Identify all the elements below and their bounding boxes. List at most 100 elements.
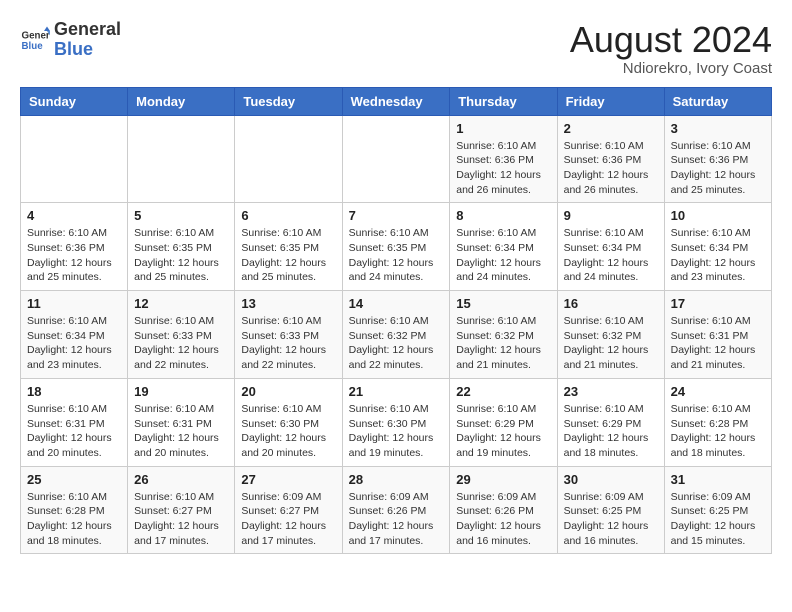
logo: General Blue General Blue	[20, 20, 121, 60]
day-number: 7	[349, 208, 444, 223]
calendar-cell: 8Sunrise: 6:10 AMSunset: 6:34 PMDaylight…	[450, 203, 557, 291]
calendar-cell: 25 Sunrise: 6:10 AMSunset: 6:28 PMDayligh…	[21, 466, 128, 554]
weekday-header: Monday	[128, 87, 235, 115]
day-number: 2	[564, 121, 658, 136]
day-info: Sunrise: 6:10 AMSunset: 6:35 PMDaylight:…	[241, 226, 335, 285]
day-number: 15	[456, 296, 550, 311]
calendar-cell: 15Sunrise: 6:10 AMSunset: 6:32 PMDayligh…	[450, 291, 557, 379]
day-info: Sunrise: 6:10 AMSunset: 6:34 PMDaylight:…	[27, 314, 121, 373]
calendar-cell: 18 Sunrise: 6:10 AMSunset: 6:31 PMDayligh…	[21, 378, 128, 466]
day-number: 3	[671, 121, 765, 136]
logo-line2: Blue	[54, 40, 121, 60]
calendar-cell: 22Sunrise: 6:10 AMSunset: 6:29 PMDayligh…	[450, 378, 557, 466]
svg-text:Blue: Blue	[22, 41, 44, 52]
day-info: Sunrise: 6:10 AMSunset: 6:36 PMDaylight:…	[27, 226, 121, 285]
day-number: 8	[456, 208, 550, 223]
calendar-cell: 14Sunrise: 6:10 AMSunset: 6:32 PMDayligh…	[342, 291, 450, 379]
calendar-cell: 30 Sunrise: 6:09 AMSunset: 6:25 PMDayligh…	[557, 466, 664, 554]
calendar-cell: 27Sunrise: 6:09 AMSunset: 6:27 PMDayligh…	[235, 466, 342, 554]
day-number: 20	[241, 384, 335, 399]
day-info: Sunrise: 6:10 AMSunset: 6:32 PMDaylight:…	[349, 314, 444, 373]
day-number: 16	[564, 296, 658, 311]
calendar-cell: 26 Sunrise: 6:10 AMSunset: 6:27 PMDayligh…	[128, 466, 235, 554]
day-number: 4	[27, 208, 121, 223]
day-info: Sunrise: 6:10 AMSunset: 6:36 PMDaylight:…	[671, 139, 765, 198]
svg-text:General: General	[22, 30, 51, 41]
calendar-cell: 28Sunrise: 6:09 AMSunset: 6:26 PMDayligh…	[342, 466, 450, 554]
calendar-cell: 13 Sunrise: 6:10 AMSunset: 6:33 PMDayligh…	[235, 291, 342, 379]
calendar-cell	[342, 115, 450, 203]
calendar-cell: 7Sunrise: 6:10 AMSunset: 6:35 PMDaylight…	[342, 203, 450, 291]
weekday-header: Friday	[557, 87, 664, 115]
logo-icon: General Blue	[20, 25, 50, 55]
day-info: Sunrise: 6:10 AMSunset: 6:33 PMDaylight:…	[241, 314, 335, 373]
day-number: 19	[134, 384, 228, 399]
day-info: Sunrise: 6:10 AMSunset: 6:36 PMDaylight:…	[456, 139, 550, 198]
day-number: 5	[134, 208, 228, 223]
day-number: 11	[27, 296, 121, 311]
day-info: Sunrise: 6:09 AMSunset: 6:27 PMDaylight:…	[241, 490, 335, 549]
calendar-cell: 2 Sunrise: 6:10 AMSunset: 6:36 PMDaylight…	[557, 115, 664, 203]
day-number: 18	[27, 384, 121, 399]
day-number: 26	[134, 472, 228, 487]
weekday-header: Saturday	[664, 87, 771, 115]
day-info: Sunrise: 6:09 AMSunset: 6:26 PMDaylight:…	[349, 490, 444, 549]
calendar-cell: 1 Sunrise: 6:10 AMSunset: 6:36 PMDaylight…	[450, 115, 557, 203]
day-number: 30	[564, 472, 658, 487]
day-info: Sunrise: 6:10 AMSunset: 6:35 PMDaylight:…	[134, 226, 228, 285]
title-section: August 2024 Ndiorekro, Ivory Coast	[570, 20, 772, 77]
calendar-cell: 16 Sunrise: 6:10 AMSunset: 6:32 PMDayligh…	[557, 291, 664, 379]
calendar-cell: 3 Sunrise: 6:10 AMSunset: 6:36 PMDaylight…	[664, 115, 771, 203]
calendar-cell: 31 Sunrise: 6:09 AMSunset: 6:25 PMDayligh…	[664, 466, 771, 554]
day-info: Sunrise: 6:10 AMSunset: 6:30 PMDaylight:…	[349, 402, 444, 461]
day-number: 12	[134, 296, 228, 311]
calendar-cell: 9 Sunrise: 6:10 AMSunset: 6:34 PMDaylight…	[557, 203, 664, 291]
calendar-cell: 6 Sunrise: 6:10 AMSunset: 6:35 PMDaylight…	[235, 203, 342, 291]
day-number: 13	[241, 296, 335, 311]
calendar-cell: 20 Sunrise: 6:10 AMSunset: 6:30 PMDayligh…	[235, 378, 342, 466]
calendar-cell: 29 Sunrise: 6:09 AMSunset: 6:26 PMDayligh…	[450, 466, 557, 554]
month-year: August 2024	[570, 20, 772, 60]
day-info: Sunrise: 6:10 AMSunset: 6:34 PMDaylight:…	[671, 226, 765, 285]
day-info: Sunrise: 6:09 AMSunset: 6:25 PMDaylight:…	[671, 490, 765, 549]
day-number: 9	[564, 208, 658, 223]
day-info: Sunrise: 6:10 AMSunset: 6:32 PMDaylight:…	[564, 314, 658, 373]
weekday-header: Tuesday	[235, 87, 342, 115]
calendar-header: SundayMondayTuesdayWednesdayThursdayFrid…	[21, 87, 772, 115]
location: Ndiorekro, Ivory Coast	[570, 60, 772, 77]
calendar-cell: 10 Sunrise: 6:10 AMSunset: 6:34 PMDayligh…	[664, 203, 771, 291]
weekday-header: Sunday	[21, 87, 128, 115]
day-info: Sunrise: 6:10 AMSunset: 6:34 PMDaylight:…	[564, 226, 658, 285]
header: General Blue General Blue August 2024 Nd…	[20, 20, 772, 77]
day-info: Sunrise: 6:10 AMSunset: 6:30 PMDaylight:…	[241, 402, 335, 461]
day-info: Sunrise: 6:10 AMSunset: 6:33 PMDaylight:…	[134, 314, 228, 373]
day-info: Sunrise: 6:10 AMSunset: 6:36 PMDaylight:…	[564, 139, 658, 198]
calendar-cell	[235, 115, 342, 203]
day-number: 1	[456, 121, 550, 136]
calendar: SundayMondayTuesdayWednesdayThursdayFrid…	[20, 87, 772, 555]
day-number: 23	[564, 384, 658, 399]
calendar-cell: 17Sunrise: 6:10 AMSunset: 6:31 PMDayligh…	[664, 291, 771, 379]
calendar-cell: 11 Sunrise: 6:10 AMSunset: 6:34 PMDayligh…	[21, 291, 128, 379]
calendar-cell: 23 Sunrise: 6:10 AMSunset: 6:29 PMDayligh…	[557, 378, 664, 466]
day-info: Sunrise: 6:09 AMSunset: 6:25 PMDaylight:…	[564, 490, 658, 549]
weekday-header: Wednesday	[342, 87, 450, 115]
logo-line1: General	[54, 20, 121, 40]
calendar-cell: 24Sunrise: 6:10 AMSunset: 6:28 PMDayligh…	[664, 378, 771, 466]
day-info: Sunrise: 6:10 AMSunset: 6:29 PMDaylight:…	[564, 402, 658, 461]
day-info: Sunrise: 6:10 AMSunset: 6:28 PMDaylight:…	[27, 490, 121, 549]
day-number: 6	[241, 208, 335, 223]
calendar-cell: 12 Sunrise: 6:10 AMSunset: 6:33 PMDayligh…	[128, 291, 235, 379]
day-info: Sunrise: 6:10 AMSunset: 6:31 PMDaylight:…	[27, 402, 121, 461]
day-info: Sunrise: 6:09 AMSunset: 6:26 PMDaylight:…	[456, 490, 550, 549]
calendar-cell: 5 Sunrise: 6:10 AMSunset: 6:35 PMDaylight…	[128, 203, 235, 291]
day-info: Sunrise: 6:10 AMSunset: 6:27 PMDaylight:…	[134, 490, 228, 549]
calendar-cell: 4 Sunrise: 6:10 AMSunset: 6:36 PMDaylight…	[21, 203, 128, 291]
day-number: 21	[349, 384, 444, 399]
day-number: 25	[27, 472, 121, 487]
day-number: 31	[671, 472, 765, 487]
day-number: 22	[456, 384, 550, 399]
day-number: 10	[671, 208, 765, 223]
day-number: 29	[456, 472, 550, 487]
day-number: 17	[671, 296, 765, 311]
